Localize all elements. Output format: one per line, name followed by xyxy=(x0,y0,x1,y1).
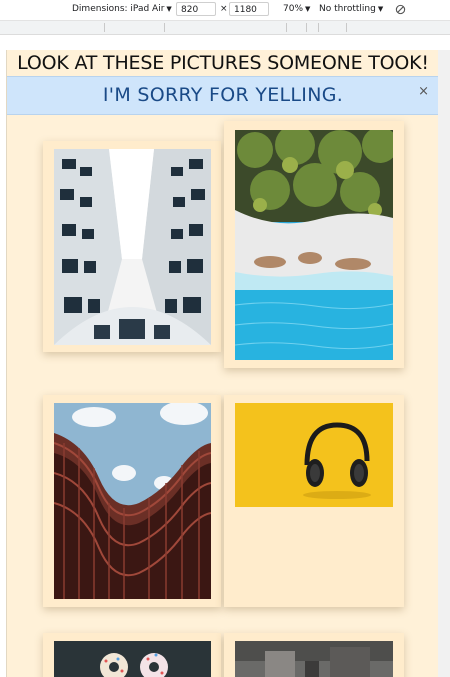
throttling-dropdown[interactable]: No throttling ▼ xyxy=(319,4,383,14)
photo-card[interactable] xyxy=(224,395,404,607)
throttling-label: No throttling xyxy=(319,4,376,14)
alert-banner-text: I'M SORRY FOR YELLING. xyxy=(102,84,344,106)
photo-curved-building xyxy=(54,149,211,345)
scrollbar[interactable] xyxy=(438,50,450,677)
photo-aerial-beach-palms xyxy=(235,130,393,360)
photo-card[interactable] xyxy=(224,121,404,368)
device-dimensions-dropdown[interactable]: Dimensions: iPad Air ▼ xyxy=(72,4,172,14)
zoom-label: 70% xyxy=(283,4,304,14)
close-icon[interactable]: × xyxy=(418,84,429,99)
photo-donuts xyxy=(54,641,211,677)
photo-wavy-building xyxy=(54,403,211,599)
media-query-ruler xyxy=(0,21,450,35)
chevron-down-icon: ▼ xyxy=(305,5,311,13)
alert-banner: I'M SORRY FOR YELLING. × xyxy=(7,76,439,115)
height-input[interactable]: 1180 xyxy=(229,2,269,16)
photo-card[interactable] xyxy=(43,395,221,607)
photo-card[interactable] xyxy=(43,141,221,352)
photo-street xyxy=(235,641,393,677)
photo-card[interactable] xyxy=(224,633,404,677)
chevron-down-icon: ▼ xyxy=(377,5,384,13)
width-input[interactable]: 820 xyxy=(176,2,216,16)
page-viewport: LOOK AT THESE PICTURES SOMEONE TOOK! I'M… xyxy=(6,50,440,677)
rotate-icon[interactable] xyxy=(395,4,406,18)
device-dimensions-label: Dimensions: iPad Air xyxy=(72,4,165,14)
photo-card[interactable] xyxy=(43,633,221,677)
times-label: × xyxy=(220,4,228,14)
zoom-dropdown[interactable]: 70% ▼ xyxy=(283,4,310,14)
device-toolbar: Dimensions: iPad Air ▼ 820 × 1180 70% ▼ No… xyxy=(0,0,450,21)
chevron-down-icon: ▼ xyxy=(166,5,172,13)
photo-headphones-yellow xyxy=(235,403,393,507)
page-headline: LOOK AT THESE PICTURES SOMEONE TOOK! xyxy=(17,52,429,74)
